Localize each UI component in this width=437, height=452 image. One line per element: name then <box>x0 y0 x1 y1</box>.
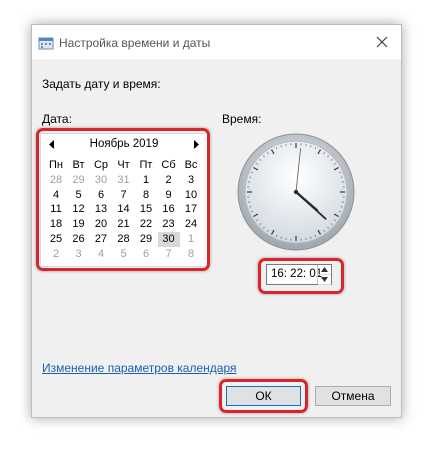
analog-clock <box>237 133 355 251</box>
close-icon <box>376 36 388 48</box>
time-highlight-frame <box>258 258 344 294</box>
title-bar: Настройка времени и даты <box>32 25 401 59</box>
window-title: Настройка времени и даты <box>59 36 211 50</box>
date-label: Дата: <box>42 112 72 126</box>
set-date-time-label: Задать дату и время: <box>42 77 161 91</box>
close-button[interactable] <box>363 25 401 59</box>
calendar-highlight-frame <box>36 128 210 271</box>
time-label: Время: <box>222 112 262 126</box>
cancel-button[interactable]: Отмена <box>315 386 391 406</box>
date-time-settings-icon <box>38 37 54 50</box>
change-calendar-settings-link[interactable]: Изменение параметров календаря <box>42 361 237 375</box>
ok-highlight-frame <box>219 379 308 413</box>
